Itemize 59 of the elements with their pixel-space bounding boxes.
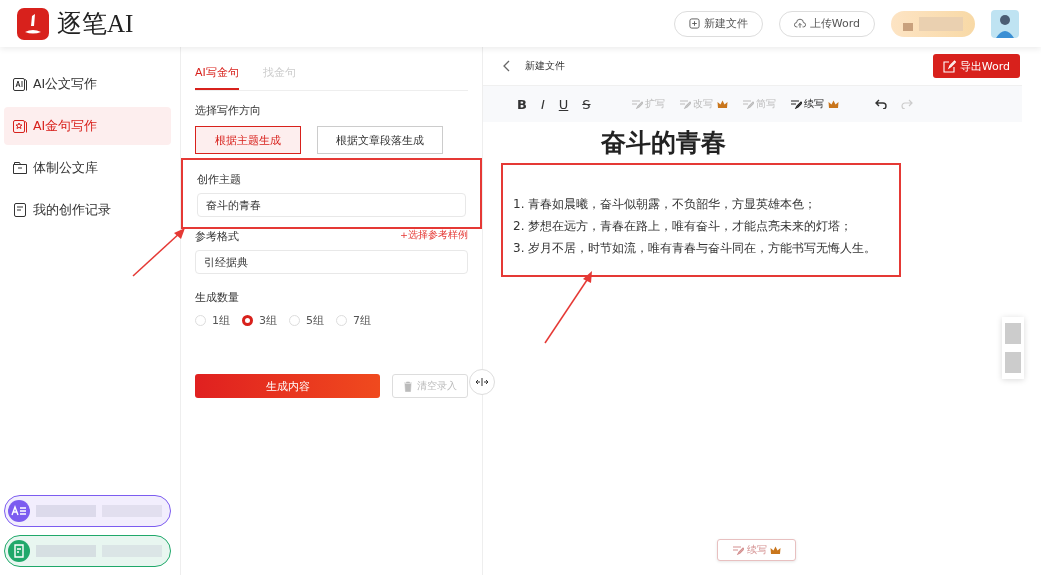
pen-lines-icon — [741, 99, 754, 109]
pen-lines-icon — [678, 99, 691, 109]
cloud-upload-icon — [793, 18, 806, 29]
list-item: 3. 岁月不居，时节如流，唯有青春与奋斗同在，方能书写无悔人生。 — [513, 240, 878, 257]
new-file-button[interactable]: 新建文件 — [673, 10, 763, 37]
direction-option[interactable]: 根据主题生成 — [195, 126, 301, 154]
section-label: 选择写作方向 — [195, 103, 262, 118]
edit-icon — [942, 59, 956, 73]
document-icon — [12, 202, 28, 218]
generate-button[interactable]: 生成内容 — [195, 374, 380, 398]
direction-option[interactable]: 根据文章段落生成 — [317, 126, 443, 154]
count-radio[interactable]: 7组 — [336, 313, 371, 328]
document-name: 新建文件 — [525, 59, 565, 73]
crown-icon — [827, 99, 839, 109]
trash-icon — [403, 380, 413, 392]
field-label: 创作主题 — [197, 172, 242, 187]
format-button[interactable]: I — [540, 96, 545, 112]
list-item: 1. 青春如晨曦，奋斗似朝露，不负韶华，方显英雄本色； — [513, 196, 818, 213]
crown-icon — [770, 545, 781, 555]
logo-text: 逐笔AI — [57, 9, 134, 39]
document-title: 奋斗的青春 — [601, 127, 726, 159]
star-card-icon — [12, 118, 28, 134]
resize-handle[interactable] — [469, 369, 495, 395]
membership-badge[interactable] — [891, 10, 975, 37]
sidebar-item[interactable]: AI公文写作 — [4, 65, 171, 103]
logo-icon — [17, 7, 49, 40]
tool-button[interactable]: 续写 — [789, 97, 839, 111]
promo-banner[interactable] — [4, 535, 171, 567]
pen-lines-icon — [732, 545, 744, 555]
sample-link[interactable]: +选择参考样例 — [400, 229, 468, 244]
format-button[interactable]: B — [517, 96, 527, 112]
export-button[interactable]: 导出Word — [932, 54, 1020, 78]
floating-panel[interactable] — [1002, 317, 1024, 379]
sidebar-item[interactable]: AI金句写作 — [4, 107, 171, 145]
list-item: 2. 梦想在远方，青春在路上，唯有奋斗，才能点亮未来的灯塔； — [513, 218, 854, 235]
format-button[interactable]: S — [582, 96, 591, 112]
upload-button[interactable]: 上传Word — [778, 10, 875, 37]
field-label: 参考格式 — [195, 229, 239, 244]
format-field[interactable]: 引经据典 — [195, 250, 468, 274]
sidebar-item[interactable]: 体制公文库 — [4, 149, 171, 187]
ai-card-icon — [12, 76, 28, 92]
crown-icon — [716, 99, 728, 109]
add-file-icon — [688, 18, 700, 29]
folder-icon — [12, 160, 28, 176]
pen-lines-icon — [630, 99, 643, 109]
count-radio[interactable]: 5组 — [289, 313, 324, 328]
field-label: 生成数量 — [195, 290, 240, 305]
back-icon[interactable] — [503, 60, 511, 72]
tab[interactable]: AI写金句 — [195, 59, 239, 90]
avatar-icon[interactable] — [991, 9, 1019, 38]
pen-lines-icon — [789, 99, 802, 109]
sidebar-item[interactable]: 我的创作记录 — [4, 191, 171, 229]
count-radio[interactable]: 1组 — [195, 313, 230, 328]
format-button[interactable]: U — [558, 96, 569, 112]
topic-field[interactable]: 奋斗的青春 — [197, 193, 466, 217]
count-radio[interactable]: 3组 — [242, 313, 277, 328]
undo-icon[interactable] — [874, 99, 887, 109]
resize-arrows-icon — [475, 378, 489, 386]
promo-banner[interactable] — [4, 495, 171, 527]
